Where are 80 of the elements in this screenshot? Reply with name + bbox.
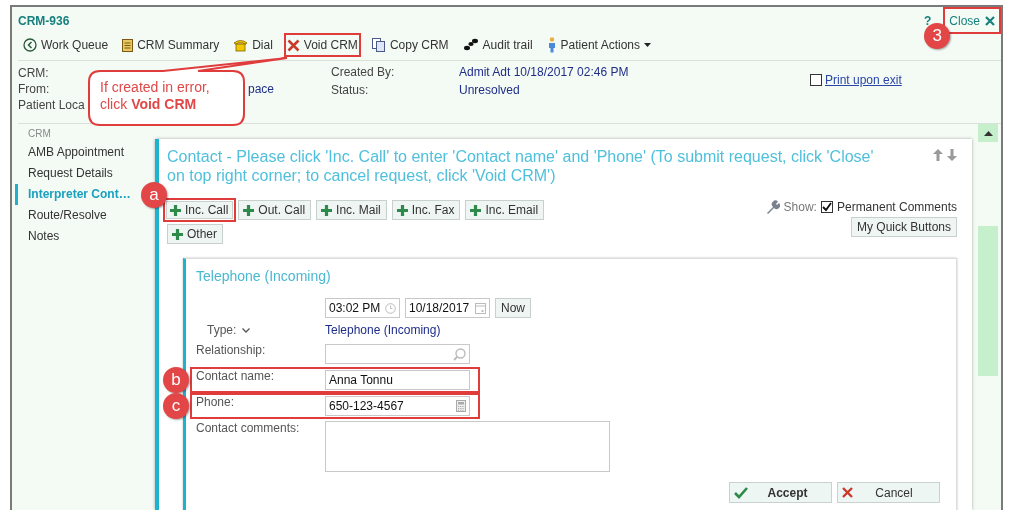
field-label: Relationship: bbox=[196, 343, 267, 357]
toolbar-button[interactable]: Audit trail bbox=[459, 35, 536, 55]
window-title: CRM-936 bbox=[18, 13, 71, 28]
time-field[interactable]: 03:02 PM bbox=[325, 298, 400, 318]
plus-icon bbox=[470, 204, 482, 216]
plus-icon bbox=[396, 204, 408, 216]
sidebar-item[interactable]: AMB Appointment bbox=[15, 142, 125, 163]
copy-icon bbox=[371, 38, 386, 52]
clipboard-icon bbox=[122, 38, 134, 52]
sidebar-item[interactable]: Request Details bbox=[15, 163, 113, 184]
show-label: Show: bbox=[783, 200, 817, 214]
step-badge: c bbox=[163, 393, 189, 419]
checkbox[interactable] bbox=[820, 201, 833, 213]
sidebar-item[interactable]: Notes bbox=[15, 226, 60, 247]
input-field[interactable]: 650-123-4567 bbox=[325, 396, 470, 416]
field-label: Phone: bbox=[196, 395, 236, 409]
quick-button[interactable]: Out. Call bbox=[238, 200, 312, 220]
print-link[interactable]: Print upon exit bbox=[825, 73, 902, 87]
type-dropdown[interactable]: Type: bbox=[196, 322, 325, 338]
quick-button[interactable]: Inc. Mail bbox=[316, 200, 387, 220]
step-badge: a bbox=[141, 182, 167, 208]
search-icon bbox=[453, 347, 466, 361]
calculator-icon bbox=[456, 400, 466, 412]
step-badge: b bbox=[163, 367, 189, 393]
scroll-up-button[interactable] bbox=[978, 124, 998, 142]
field-value: pace bbox=[248, 81, 275, 97]
now-button[interactable]: Now bbox=[495, 298, 531, 318]
card-title: Telephone (Incoming) bbox=[196, 267, 332, 285]
x-icon bbox=[286, 38, 300, 52]
calendar-icon bbox=[475, 302, 486, 314]
toolbar-button[interactable]: Copy CRM bbox=[368, 35, 452, 55]
sidebar-item[interactable]: Route/Resolve bbox=[15, 205, 107, 226]
quick-button[interactable]: Other bbox=[167, 224, 223, 244]
plus-icon bbox=[170, 204, 181, 216]
field-label: CRM: bbox=[18, 65, 49, 81]
date-field[interactable]: 10/18/2017 bbox=[405, 298, 490, 318]
caret-up-icon bbox=[983, 130, 993, 136]
toolbar-button[interactable]: Work Queue bbox=[20, 35, 112, 55]
clock-icon bbox=[385, 302, 396, 314]
plus-icon bbox=[243, 204, 255, 216]
field-value: Admit Adt 10/18/2017 02:46 PM bbox=[459, 64, 630, 81]
input-field[interactable]: Anna Tonnu bbox=[325, 370, 470, 390]
quick-button[interactable]: Inc. Email bbox=[465, 200, 545, 220]
footprints-icon bbox=[462, 38, 479, 52]
toolbar-button[interactable]: Void CRM bbox=[283, 33, 361, 57]
my-quick-buttons-button[interactable]: My Quick Buttons bbox=[850, 217, 957, 237]
field-value: Telephone (Incoming) bbox=[325, 322, 442, 338]
wrench-icon bbox=[765, 200, 780, 214]
plus-icon bbox=[172, 228, 183, 240]
check-icon bbox=[734, 486, 748, 499]
checkbox[interactable] bbox=[810, 74, 822, 86]
phone-icon bbox=[233, 38, 249, 52]
checkbox-label: Permanent Comments bbox=[836, 200, 957, 214]
toolbar-button[interactable]: Dial bbox=[230, 35, 276, 55]
up-arrow-icon bbox=[933, 149, 943, 161]
x-icon bbox=[842, 487, 853, 498]
check-icon bbox=[821, 202, 832, 212]
field-label: Created By: bbox=[331, 64, 396, 81]
section-heading: CRM bbox=[27, 127, 52, 141]
person-icon bbox=[546, 37, 557, 53]
field-label: Patient Loca bbox=[18, 97, 85, 113]
close-icon bbox=[985, 15, 995, 26]
callout-text: If created in error, click Void CRM bbox=[100, 79, 211, 113]
field-label: Contact name: bbox=[196, 369, 276, 383]
quick-button[interactable]: Inc. Fax bbox=[391, 200, 461, 220]
field-label: From: bbox=[18, 81, 50, 97]
accept-button[interactable]: Accept bbox=[729, 482, 832, 503]
lookup-field[interactable] bbox=[325, 344, 470, 364]
scrollbar-thumb[interactable] bbox=[978, 226, 998, 376]
panel-instructions: Contact - Please click 'Inc. Call' to enter 'Contact name' and 'Phone' (To submit request, click 'Close' on top right corner; to cancel request, click 'Void CRM') bbox=[167, 147, 875, 185]
field-value: Unresolved bbox=[459, 82, 521, 99]
quick-button[interactable]: Inc. Call bbox=[163, 198, 237, 222]
toolbar-button[interactable]: Patient Actions bbox=[543, 34, 654, 56]
chevron-down-icon bbox=[242, 327, 251, 333]
cancel-button[interactable]: Cancel bbox=[837, 482, 940, 503]
down-arrow-icon bbox=[947, 149, 957, 161]
field-label: Status: bbox=[331, 82, 370, 99]
toolbar-button[interactable]: CRM Summary bbox=[119, 35, 223, 55]
plus-icon bbox=[321, 204, 333, 216]
field-label: Contact comments: bbox=[196, 421, 301, 435]
